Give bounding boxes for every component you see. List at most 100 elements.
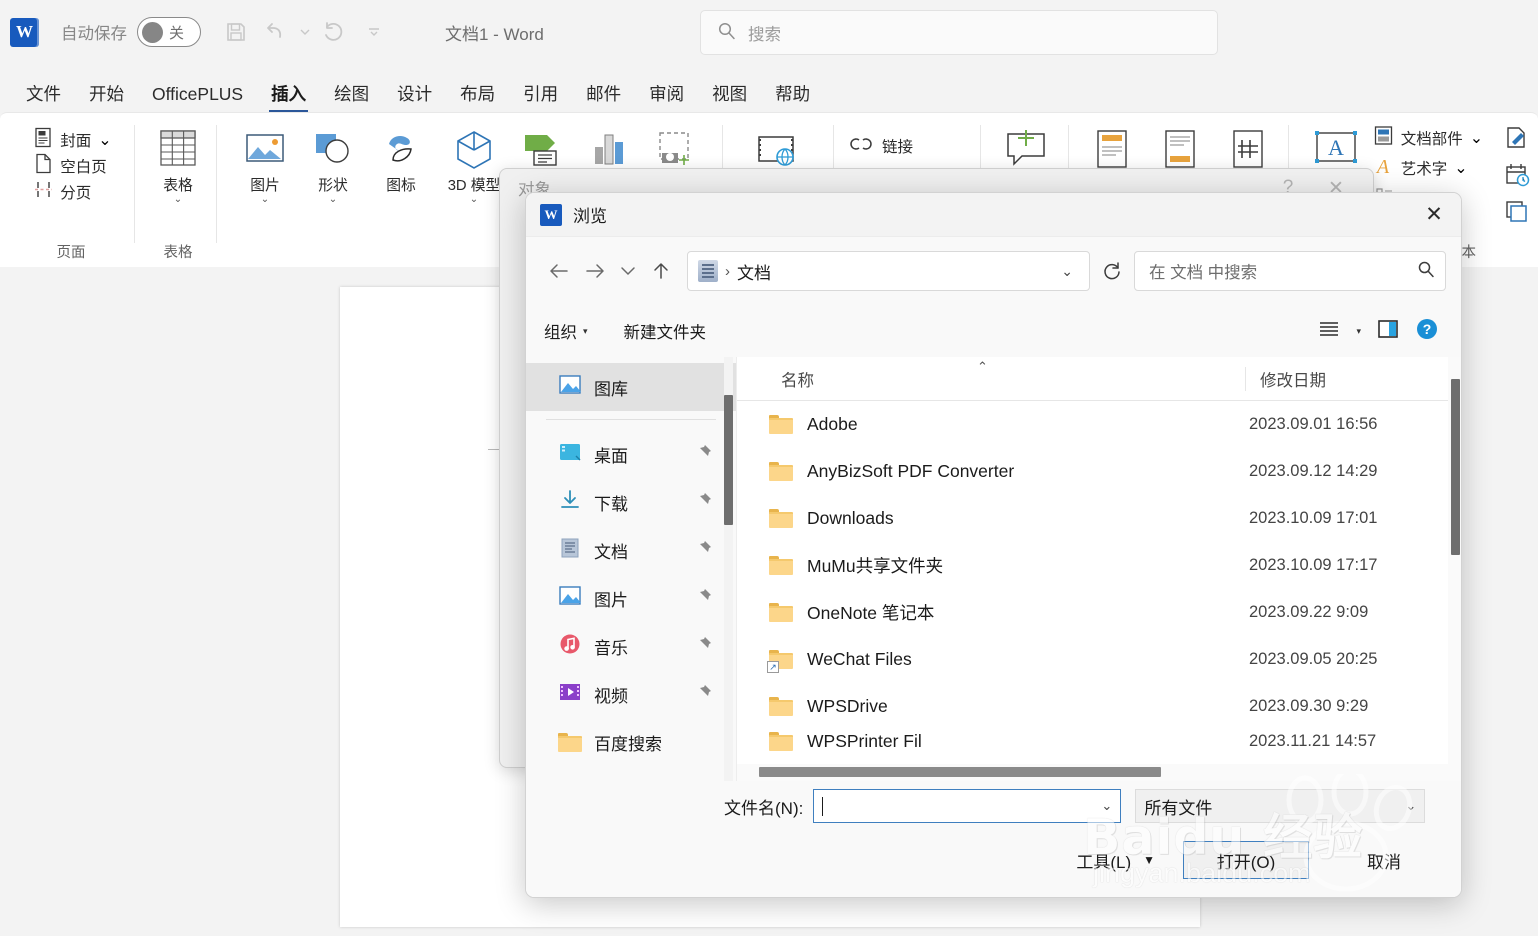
object-icon[interactable] xyxy=(1504,199,1530,230)
ribbon-table-button[interactable]: 表格 ⌄ xyxy=(144,117,212,205)
view-layout-caret-icon[interactable]: ▾ xyxy=(1356,326,1361,337)
pin-icon[interactable] xyxy=(696,492,712,513)
page-break-label: 分页 xyxy=(60,185,92,202)
ribbon-tab-references[interactable]: 引用 xyxy=(509,85,572,113)
ribbon-wordart-button[interactable]: A 艺术字 ⌄ xyxy=(1369,155,1483,181)
table-row[interactable]: WPSDrive 2023.09.30 9:29 xyxy=(737,683,1461,730)
ribbon-tab-help[interactable]: 帮助 xyxy=(761,85,824,113)
pin-icon[interactable] xyxy=(696,588,712,609)
chevron-down-icon[interactable]: ⌄ xyxy=(1051,263,1083,280)
undo-dropdown-icon[interactable] xyxy=(297,14,313,50)
organize-button[interactable]: 组织 ▾ xyxy=(544,319,588,343)
chevron-down-icon[interactable]: ⌄ xyxy=(261,195,269,205)
chevron-down-icon[interactable]: ⌄ xyxy=(174,195,182,205)
ribbon-tab-layout[interactable]: 布局 xyxy=(446,85,509,113)
ribbon-shapes-button[interactable]: 形状 ⌄ xyxy=(299,117,367,205)
sidebar-item-downloads[interactable]: 下载 xyxy=(526,478,736,526)
pin-icon[interactable] xyxy=(696,444,712,465)
sidebar-item-desktop[interactable]: 桌面 xyxy=(526,430,736,478)
table-row[interactable]: OneNote 笔记本 2023.09.22 9:09 xyxy=(737,589,1461,636)
chevron-down-icon[interactable]: ⌄ xyxy=(98,130,111,150)
save-icon[interactable] xyxy=(217,14,255,50)
customize-qat-icon[interactable] xyxy=(355,14,393,50)
sidebar-item-gallery[interactable]: 图库 xyxy=(526,363,736,411)
shortcut-arrow-icon: ↗ xyxy=(767,661,779,673)
ribbon-tab-review[interactable]: 审阅 xyxy=(635,85,698,113)
chevron-down-icon[interactable]: ⌄ xyxy=(1470,128,1483,148)
table-row[interactable]: MuMu共享文件夹 2023.10.09 17:17 xyxy=(737,542,1461,589)
filetype-dropdown[interactable]: 所有文件 ⌄ xyxy=(1135,789,1426,823)
ribbon-cover-page-button[interactable]: 封面 ⌄ xyxy=(30,127,112,153)
ribbon-tab-file[interactable]: 文件 xyxy=(12,85,75,113)
file-date-cell: 2023.10.09 17:17 xyxy=(1249,556,1378,574)
chevron-down-icon[interactable]: ⌄ xyxy=(1101,798,1112,814)
page-break-icon xyxy=(34,179,53,205)
search-input[interactable]: 搜索 xyxy=(700,10,1218,55)
ribbon-link-button[interactable]: 链接 xyxy=(843,133,913,159)
ribbon-tab-draw[interactable]: 绘图 xyxy=(320,85,383,113)
file-name-label: OneNote 笔记本 xyxy=(807,603,935,623)
sidebar-item-music[interactable]: 音乐 xyxy=(526,622,736,670)
sidebar-item-documents[interactable]: 文档 xyxy=(526,526,736,574)
date-time-icon[interactable] xyxy=(1504,162,1530,193)
ribbon-tab-design[interactable]: 设计 xyxy=(383,85,446,113)
ribbon-pictures-button[interactable]: 图片 ⌄ xyxy=(231,117,299,205)
breadcrumb[interactable]: 文档 xyxy=(737,259,771,284)
ribbon-icons-button[interactable]: 图标 xyxy=(367,117,435,195)
file-name-cell: OneNote 笔记本 xyxy=(737,600,1245,625)
vertical-scrollbar-thumb[interactable] xyxy=(1451,379,1460,555)
close-icon[interactable]: ✕ xyxy=(1407,193,1461,237)
table-row[interactable]: AnyBizSoft PDF Converter 2023.09.12 14:2… xyxy=(737,448,1461,495)
ribbon-tab-officeplus[interactable]: OfficePLUS xyxy=(138,85,257,113)
table-row[interactable]: Downloads 2023.10.09 17:01 xyxy=(737,495,1461,542)
new-folder-button[interactable]: 新建文件夹 xyxy=(624,319,707,343)
table-row[interactable]: WPSPrinter Fil 2023.11.21 14:57 xyxy=(737,730,1461,752)
open-button[interactable]: 打开(O) xyxy=(1183,841,1309,879)
breadcrumb-separator: › xyxy=(725,262,730,280)
sidebar-item-videos[interactable]: 视频 xyxy=(526,670,736,718)
ribbon-tab-view[interactable]: 视图 xyxy=(698,85,761,113)
back-button[interactable] xyxy=(541,253,577,289)
undo-icon[interactable] xyxy=(257,14,295,50)
file-name-label: MuMu共享文件夹 xyxy=(807,556,944,576)
ribbon-tab-insert[interactable]: 插入 xyxy=(257,85,320,113)
ribbon-group-extra xyxy=(1496,117,1538,267)
horizontal-scrollbar-thumb[interactable] xyxy=(759,767,1161,777)
folder-search-input[interactable]: 在 文档 中搜索 xyxy=(1134,251,1446,291)
pin-icon[interactable] xyxy=(696,684,712,705)
pin-icon[interactable] xyxy=(696,636,712,657)
sidebar-item-baidu-search[interactable]: 百度搜索 xyxy=(526,718,736,766)
up-button[interactable] xyxy=(643,253,679,289)
pin-icon[interactable] xyxy=(696,540,712,561)
redo-icon[interactable] xyxy=(315,14,353,50)
chevron-down-icon[interactable]: ⌄ xyxy=(470,195,478,205)
navigation-bar: › 文档 ⌄ 在 文档 中搜索 xyxy=(526,237,1461,305)
icons-label: 图标 xyxy=(386,178,416,194)
signature-line-icon[interactable] xyxy=(1504,125,1530,156)
ribbon-document-parts-button[interactable]: 文档部件 ⌄ xyxy=(1369,125,1483,151)
ribbon-tab-mailings[interactable]: 邮件 xyxy=(572,85,635,113)
view-layout-icon[interactable] xyxy=(1318,320,1340,343)
sidebar-item-pictures[interactable]: 图片 xyxy=(526,574,736,622)
recent-locations-button[interactable] xyxy=(613,253,643,289)
table-row[interactable]: Adobe 2023.09.01 16:56 xyxy=(737,401,1461,448)
column-header-name[interactable]: 名称 xyxy=(737,367,1245,391)
browse-dialog-titlebar: W 浏览 ✕ xyxy=(526,193,1461,237)
tools-menu-button[interactable]: 工具(L) ▼ xyxy=(1076,848,1155,873)
chevron-down-icon[interactable]: ⌄ xyxy=(329,195,337,205)
chevron-down-icon[interactable]: ⌄ xyxy=(1454,158,1467,178)
column-header-date[interactable]: 修改日期 xyxy=(1245,366,1461,391)
sidebar-scrollbar-thumb[interactable] xyxy=(724,395,733,525)
autosave-toggle[interactable]: 关 xyxy=(137,17,201,47)
forward-button[interactable] xyxy=(577,253,613,289)
help-icon[interactable]: ? xyxy=(1415,317,1439,346)
cancel-button[interactable]: 取消 xyxy=(1321,841,1447,879)
ribbon-page-break-button[interactable]: 分页 xyxy=(30,179,91,205)
ribbon-blank-page-button[interactable]: 空白页 xyxy=(30,153,107,179)
filename-input[interactable]: ⌄ xyxy=(813,789,1122,823)
address-bar[interactable]: › 文档 ⌄ xyxy=(687,251,1090,291)
table-row[interactable]: ↗ WeChat Files 2023.09.05 20:25 xyxy=(737,636,1461,683)
refresh-icon[interactable] xyxy=(1090,251,1134,291)
preview-pane-icon[interactable] xyxy=(1377,319,1399,344)
ribbon-tab-home[interactable]: 开始 xyxy=(75,85,138,113)
